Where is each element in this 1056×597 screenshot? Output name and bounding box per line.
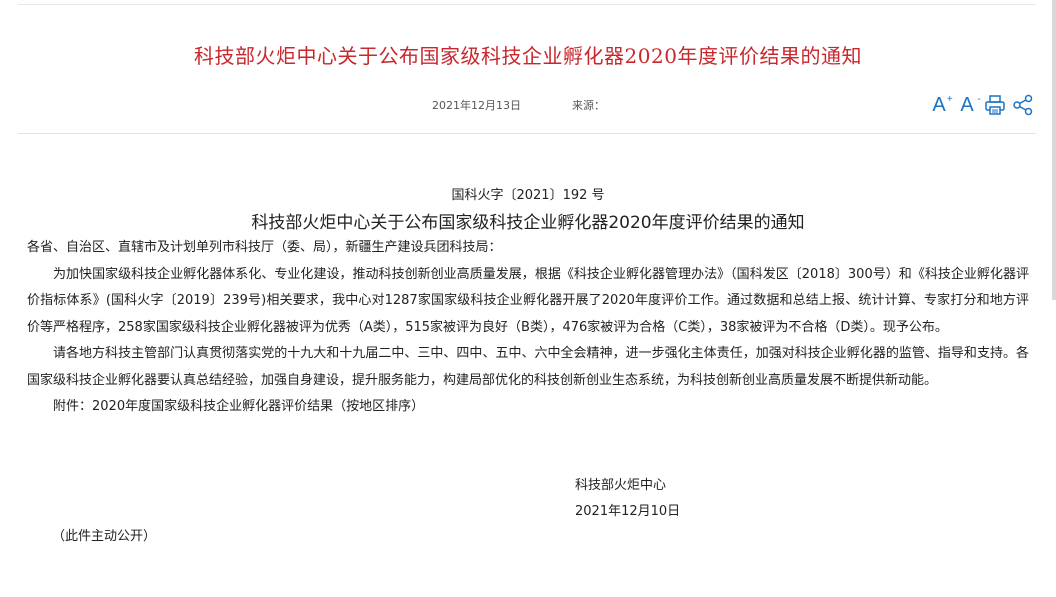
source-label: 来源： [572, 99, 605, 112]
salutation: 各省、自治区、直辖市及计划单列市科技厅（委、局），新疆生产建设兵团科技局： [27, 240, 502, 255]
paragraph-1: 为加快国家级科技企业孵化器体系化、专业化建设，推动科技创新创业高质量发展，根据《… [27, 266, 1029, 335]
font-larger-icon: A + [932, 93, 952, 117]
public-note: （此件主动公开） [52, 529, 157, 544]
print-button[interactable] [981, 92, 1009, 118]
document-body: 各省、自治区、直辖市及计划单列市科技厅（委、局），新疆生产建设兵团科技局： 为加… [27, 235, 1029, 421]
print-icon [985, 95, 1005, 115]
header-divider [18, 133, 1036, 134]
plus-sign: + [946, 93, 953, 105]
font-larger-button[interactable]: A + [925, 92, 953, 118]
font-larger-letter: A [932, 93, 946, 116]
font-smaller-letter: A [960, 93, 974, 116]
font-smaller-icon: A- [960, 93, 980, 117]
sign-date: 2021年12月10日 [575, 504, 681, 519]
page-title: 科技部火炬中心关于公布国家级科技企业孵化器2020年度评价结果的通知 [194, 44, 862, 68]
share-button[interactable] [1009, 92, 1037, 118]
attachment-link[interactable]: 附件：2020年度国家级科技企业孵化器评价结果（按地区排序） [27, 394, 1029, 421]
minus-sign: - [977, 93, 981, 105]
signer: 科技部火炬中心 [575, 478, 667, 493]
document-title: 科技部火炬中心关于公布国家级科技企业孵化器2020年度评价结果的通知 [251, 213, 805, 233]
publish-date: 2021年12月13日 [432, 99, 521, 112]
article-toolbar: A + A- [925, 92, 1037, 118]
scrollbar[interactable] [1052, 0, 1056, 300]
document-number: 国科火字〔2021〕192 号 [451, 188, 605, 203]
share-icon [1013, 94, 1033, 116]
paragraph-2: 请各地方科技主管部门认真贯彻落实党的十九大和十九届二中、三中、四中、五中、六中全… [27, 346, 1029, 388]
top-border [18, 0, 1036, 5]
article-page: 科技部火炬中心关于公布国家级科技企业孵化器2020年度评价结果的通知 2021年… [0, 0, 1056, 597]
font-smaller-button[interactable]: A- [953, 92, 981, 118]
